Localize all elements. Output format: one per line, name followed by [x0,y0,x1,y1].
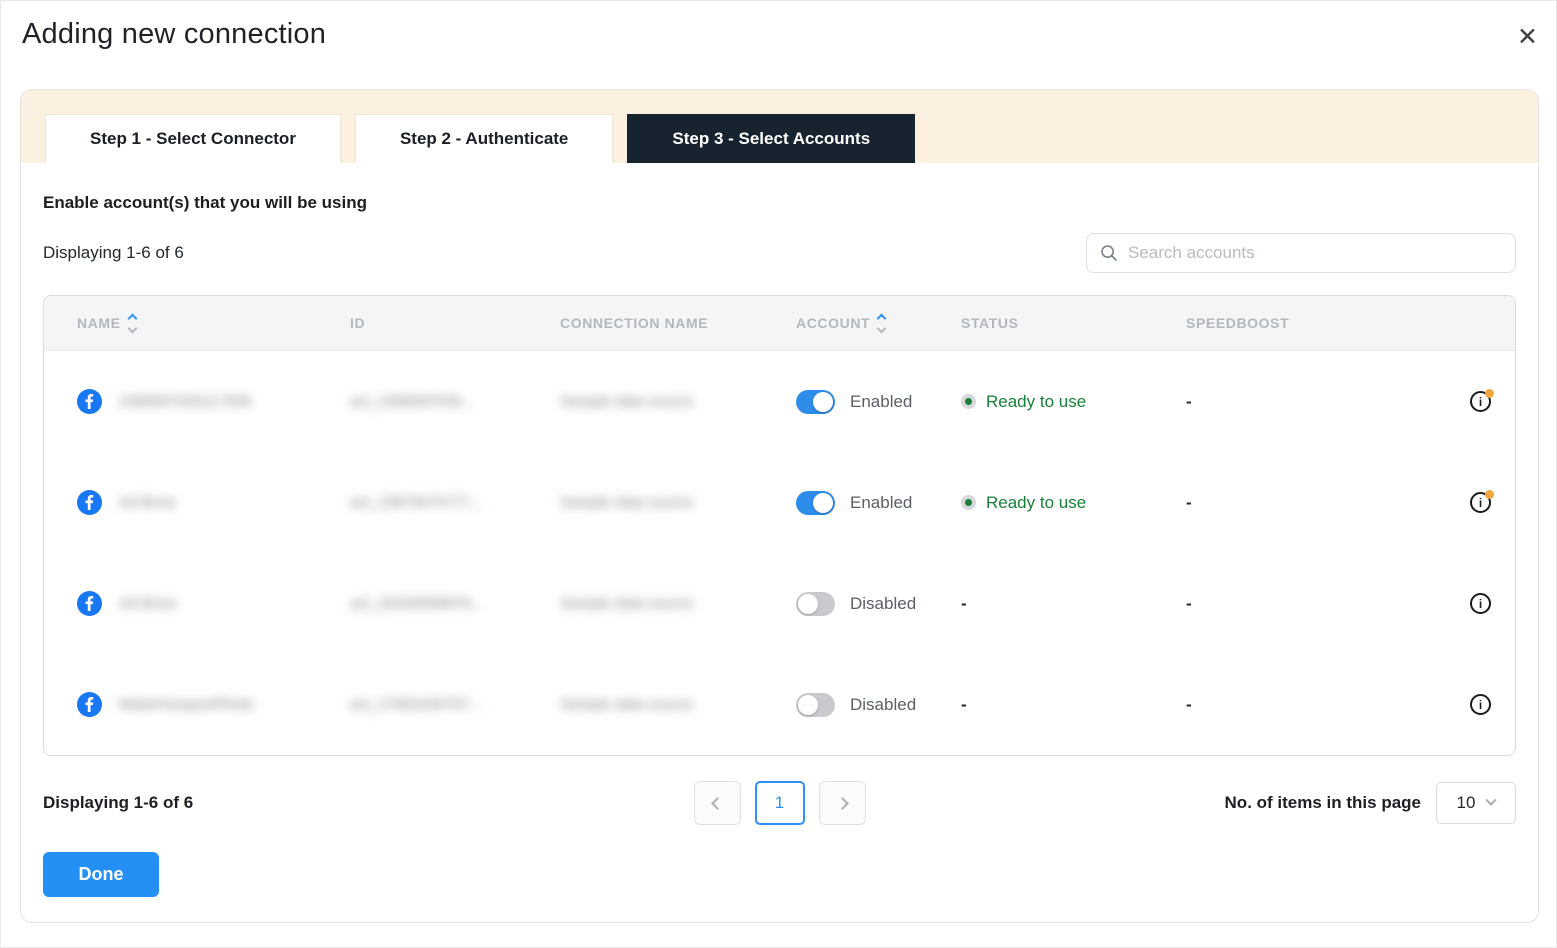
enable-toggle[interactable] [796,693,835,717]
column-header-account[interactable]: ACCOUNT [796,315,961,332]
account-name-redacted: MakePassportPhoto [119,696,254,713]
account-name-cell: MakePassportPhoto [77,692,350,717]
account-name-cell: 2489997635117556 [77,389,350,414]
column-header-status: STATUS [961,315,1186,331]
sort-icon[interactable] [878,315,885,332]
page-title: Adding new connection [22,18,326,51]
displaying-count-top: Displaying 1-6 of 6 [43,243,184,263]
close-icon[interactable]: ✕ [1517,25,1538,50]
toggle-state-label: Enabled [850,392,912,412]
toggle-state-label: Enabled [850,493,912,513]
table-row: MakePassportPhoto act_27803430707... Sam… [44,654,1515,755]
status-cell: Ready to use [961,392,1186,412]
status-cell: Ready to use [961,493,1186,513]
search-icon [1099,243,1119,263]
connection-name-redacted: Sample data source [560,393,796,410]
done-button[interactable]: Done [43,852,159,897]
table-row: Ad Brow act_23879079777... Sample data s… [44,452,1515,553]
previous-page-button[interactable] [694,781,741,825]
column-header-name[interactable]: NAME [77,315,350,332]
connection-name-redacted: Sample data source [560,494,796,511]
column-header-connection-name: CONNECTION NAME [560,315,796,331]
items-per-page-select[interactable]: 10 [1436,782,1516,824]
info-icon[interactable]: i [1470,492,1491,513]
next-page-button[interactable] [819,781,866,825]
status-label: - [961,695,967,715]
status-dot-icon [961,394,976,409]
speedboost-value: - [1186,493,1436,513]
connection-name-redacted: Sample data source [560,696,796,713]
info-icon[interactable]: i [1470,593,1491,614]
account-name-redacted: Ad Brow [119,595,176,612]
chevron-left-icon [711,797,724,810]
speedboost-value: - [1186,695,1436,715]
wizard-content: Enable account(s) that you will be using… [21,193,1538,897]
sort-icon[interactable] [129,315,136,332]
search-accounts-box[interactable] [1086,233,1516,273]
enable-toggle[interactable] [796,390,835,414]
info-icon[interactable]: i [1470,391,1491,412]
status-label: Ready to use [986,493,1086,513]
chevron-right-icon [836,797,849,810]
current-page-button[interactable]: 1 [755,781,805,825]
tab-step-2-authenticate[interactable]: Step 2 - Authenticate [355,114,613,163]
account-id-redacted: act_2489997635... [350,393,560,410]
toggle-state-label: Disabled [850,594,916,614]
chevron-down-icon [1486,795,1497,806]
facebook-icon [77,591,102,616]
tab-step-3-select-accounts[interactable]: Step 3 - Select Accounts [627,114,915,163]
section-heading: Enable account(s) that you will be using [43,193,1516,213]
account-toggle-cell: Disabled [796,592,961,616]
column-header-speedboost: SPEEDBOOST [1186,315,1436,331]
account-toggle-cell: Disabled [796,693,961,717]
enable-toggle[interactable] [796,491,835,515]
facebook-icon [77,389,102,414]
status-label: - [961,594,967,614]
account-name-cell: Ad Brow [77,490,350,515]
account-toggle-cell: Enabled [796,491,961,515]
status-cell: - [961,594,1186,614]
enable-toggle[interactable] [796,592,835,616]
wizard-tab-strip: Step 1 - Select Connector Step 2 - Authe… [21,90,1538,163]
account-id-redacted: act_26330908878... [350,595,560,612]
pager: 1 [694,781,866,825]
speedboost-value: - [1186,594,1436,614]
facebook-icon [77,490,102,515]
account-name-cell: Ad Brow [77,591,350,616]
account-id-redacted: act_23879079777... [350,494,560,511]
items-per-page-value: 10 [1457,793,1476,813]
displaying-count-bottom: Displaying 1-6 of 6 [43,793,193,813]
search-input[interactable] [1128,243,1503,263]
status-cell: - [961,695,1186,715]
speedboost-value: - [1186,392,1436,412]
facebook-icon [77,692,102,717]
info-icon[interactable]: i [1470,694,1491,715]
table-header-row: NAME ID CONNECTION NAME ACCOUNT STATUS S… [44,296,1515,351]
account-name-redacted: Ad Brow [119,494,176,511]
items-per-page-group: No. of items in this page 10 [1225,782,1516,824]
toggle-state-label: Disabled [850,695,916,715]
tab-step-1-select-connector[interactable]: Step 1 - Select Connector [45,114,341,163]
status-dot-icon [961,495,976,510]
accounts-table: NAME ID CONNECTION NAME ACCOUNT STATUS S… [43,295,1516,756]
table-row: 2489997635117556 act_2489997635... Sampl… [44,351,1515,452]
pagination-bar: Displaying 1-6 of 6 1 No. of items in th… [43,780,1516,826]
connection-wizard-panel: Step 1 - Select Connector Step 2 - Authe… [20,89,1539,923]
account-toggle-cell: Enabled [796,390,961,414]
toolbar: Displaying 1-6 of 6 [43,233,1516,273]
status-label: Ready to use [986,392,1086,412]
column-header-id: ID [350,315,560,331]
items-per-page-label: No. of items in this page [1225,793,1421,813]
account-id-redacted: act_27803430707... [350,696,560,713]
connection-name-redacted: Sample data source [560,595,796,612]
table-row: Ad Brow act_26330908878... Sample data s… [44,553,1515,654]
account-name-redacted: 2489997635117556 [119,393,251,410]
